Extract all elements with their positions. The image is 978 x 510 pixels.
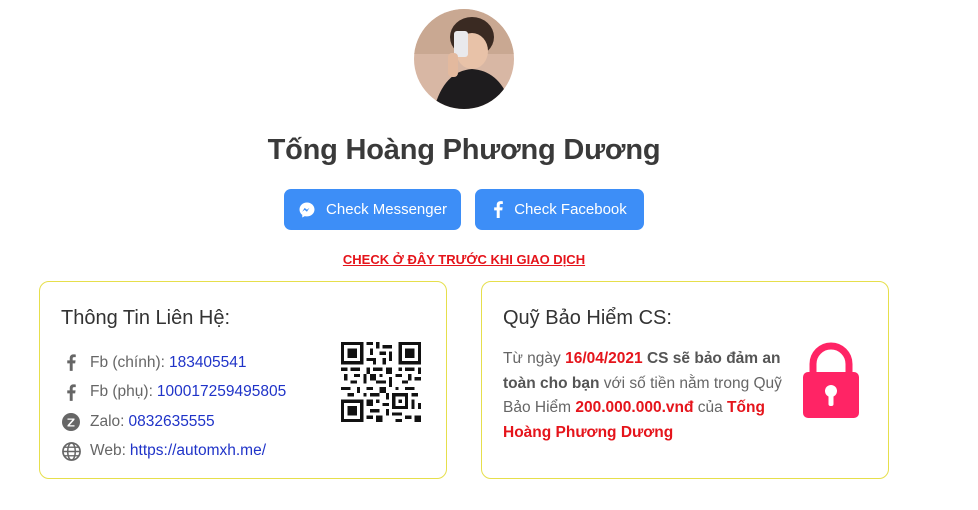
check-messenger-label: Check Messenger: [326, 201, 447, 218]
contact-row-fb-main: Fb (chính): 183405541: [60, 348, 286, 378]
qr-code: [341, 342, 421, 422]
insurance-amount: 200.000.000.vnđ: [575, 399, 694, 416]
profile-name: Tống Hoàng Phương Dương: [267, 134, 661, 166]
contact-info-card: Thông Tin Liên Hệ: Fb (chính): 183405541…: [39, 281, 447, 479]
fb-main-link[interactable]: 183405541: [169, 354, 247, 372]
insurance-description: Từ ngày 16/04/2021 CS sẽ bảo đảm an toàn…: [503, 347, 793, 445]
contact-row-web: Web: https://automxh.me/: [60, 437, 286, 467]
check-facebook-label: Check Facebook: [514, 201, 627, 218]
facebook-icon: [60, 354, 82, 372]
insurance-date: 16/04/2021: [565, 350, 643, 367]
contact-label: Zalo:: [90, 412, 125, 430]
insurance-text: của: [693, 399, 728, 416]
insurance-text: Từ ngày: [503, 350, 566, 367]
check-facebook-button[interactable]: Check Facebook: [475, 189, 644, 230]
website-link[interactable]: https://automxh.me/: [130, 442, 266, 460]
fb-secondary-link[interactable]: 100017259495805: [157, 383, 286, 401]
facebook-icon: [60, 384, 82, 401]
contact-row-zalo: Zalo: 0832635555: [60, 407, 286, 437]
contact-row-fb-secondary: Fb (phụ): 100017259495805: [60, 378, 286, 408]
check-before-trade-link[interactable]: CHECK Ở ĐÂY TRƯỚC KHI GIAO DỊCH: [0, 252, 928, 267]
globe-icon: [60, 441, 82, 461]
contact-label: Web:: [90, 442, 126, 460]
lock-icon: [801, 342, 861, 425]
zalo-icon: [60, 412, 82, 431]
check-messenger-button[interactable]: Check Messenger: [284, 189, 461, 230]
zalo-link[interactable]: 0832635555: [128, 413, 214, 431]
insurance-fund-card: Quỹ Bảo Hiểm CS: Từ ngày 16/04/2021 CS s…: [481, 281, 889, 479]
messenger-icon: [298, 201, 316, 219]
insurance-fund-title: Quỹ Bảo Hiểm CS:: [503, 307, 672, 329]
contact-label: Fb (phụ):: [90, 383, 153, 401]
contact-label: Fb (chính):: [90, 353, 165, 371]
avatar: [414, 9, 514, 109]
facebook-icon: [492, 201, 504, 218]
contact-info-title: Thông Tin Liên Hệ:: [61, 307, 230, 329]
